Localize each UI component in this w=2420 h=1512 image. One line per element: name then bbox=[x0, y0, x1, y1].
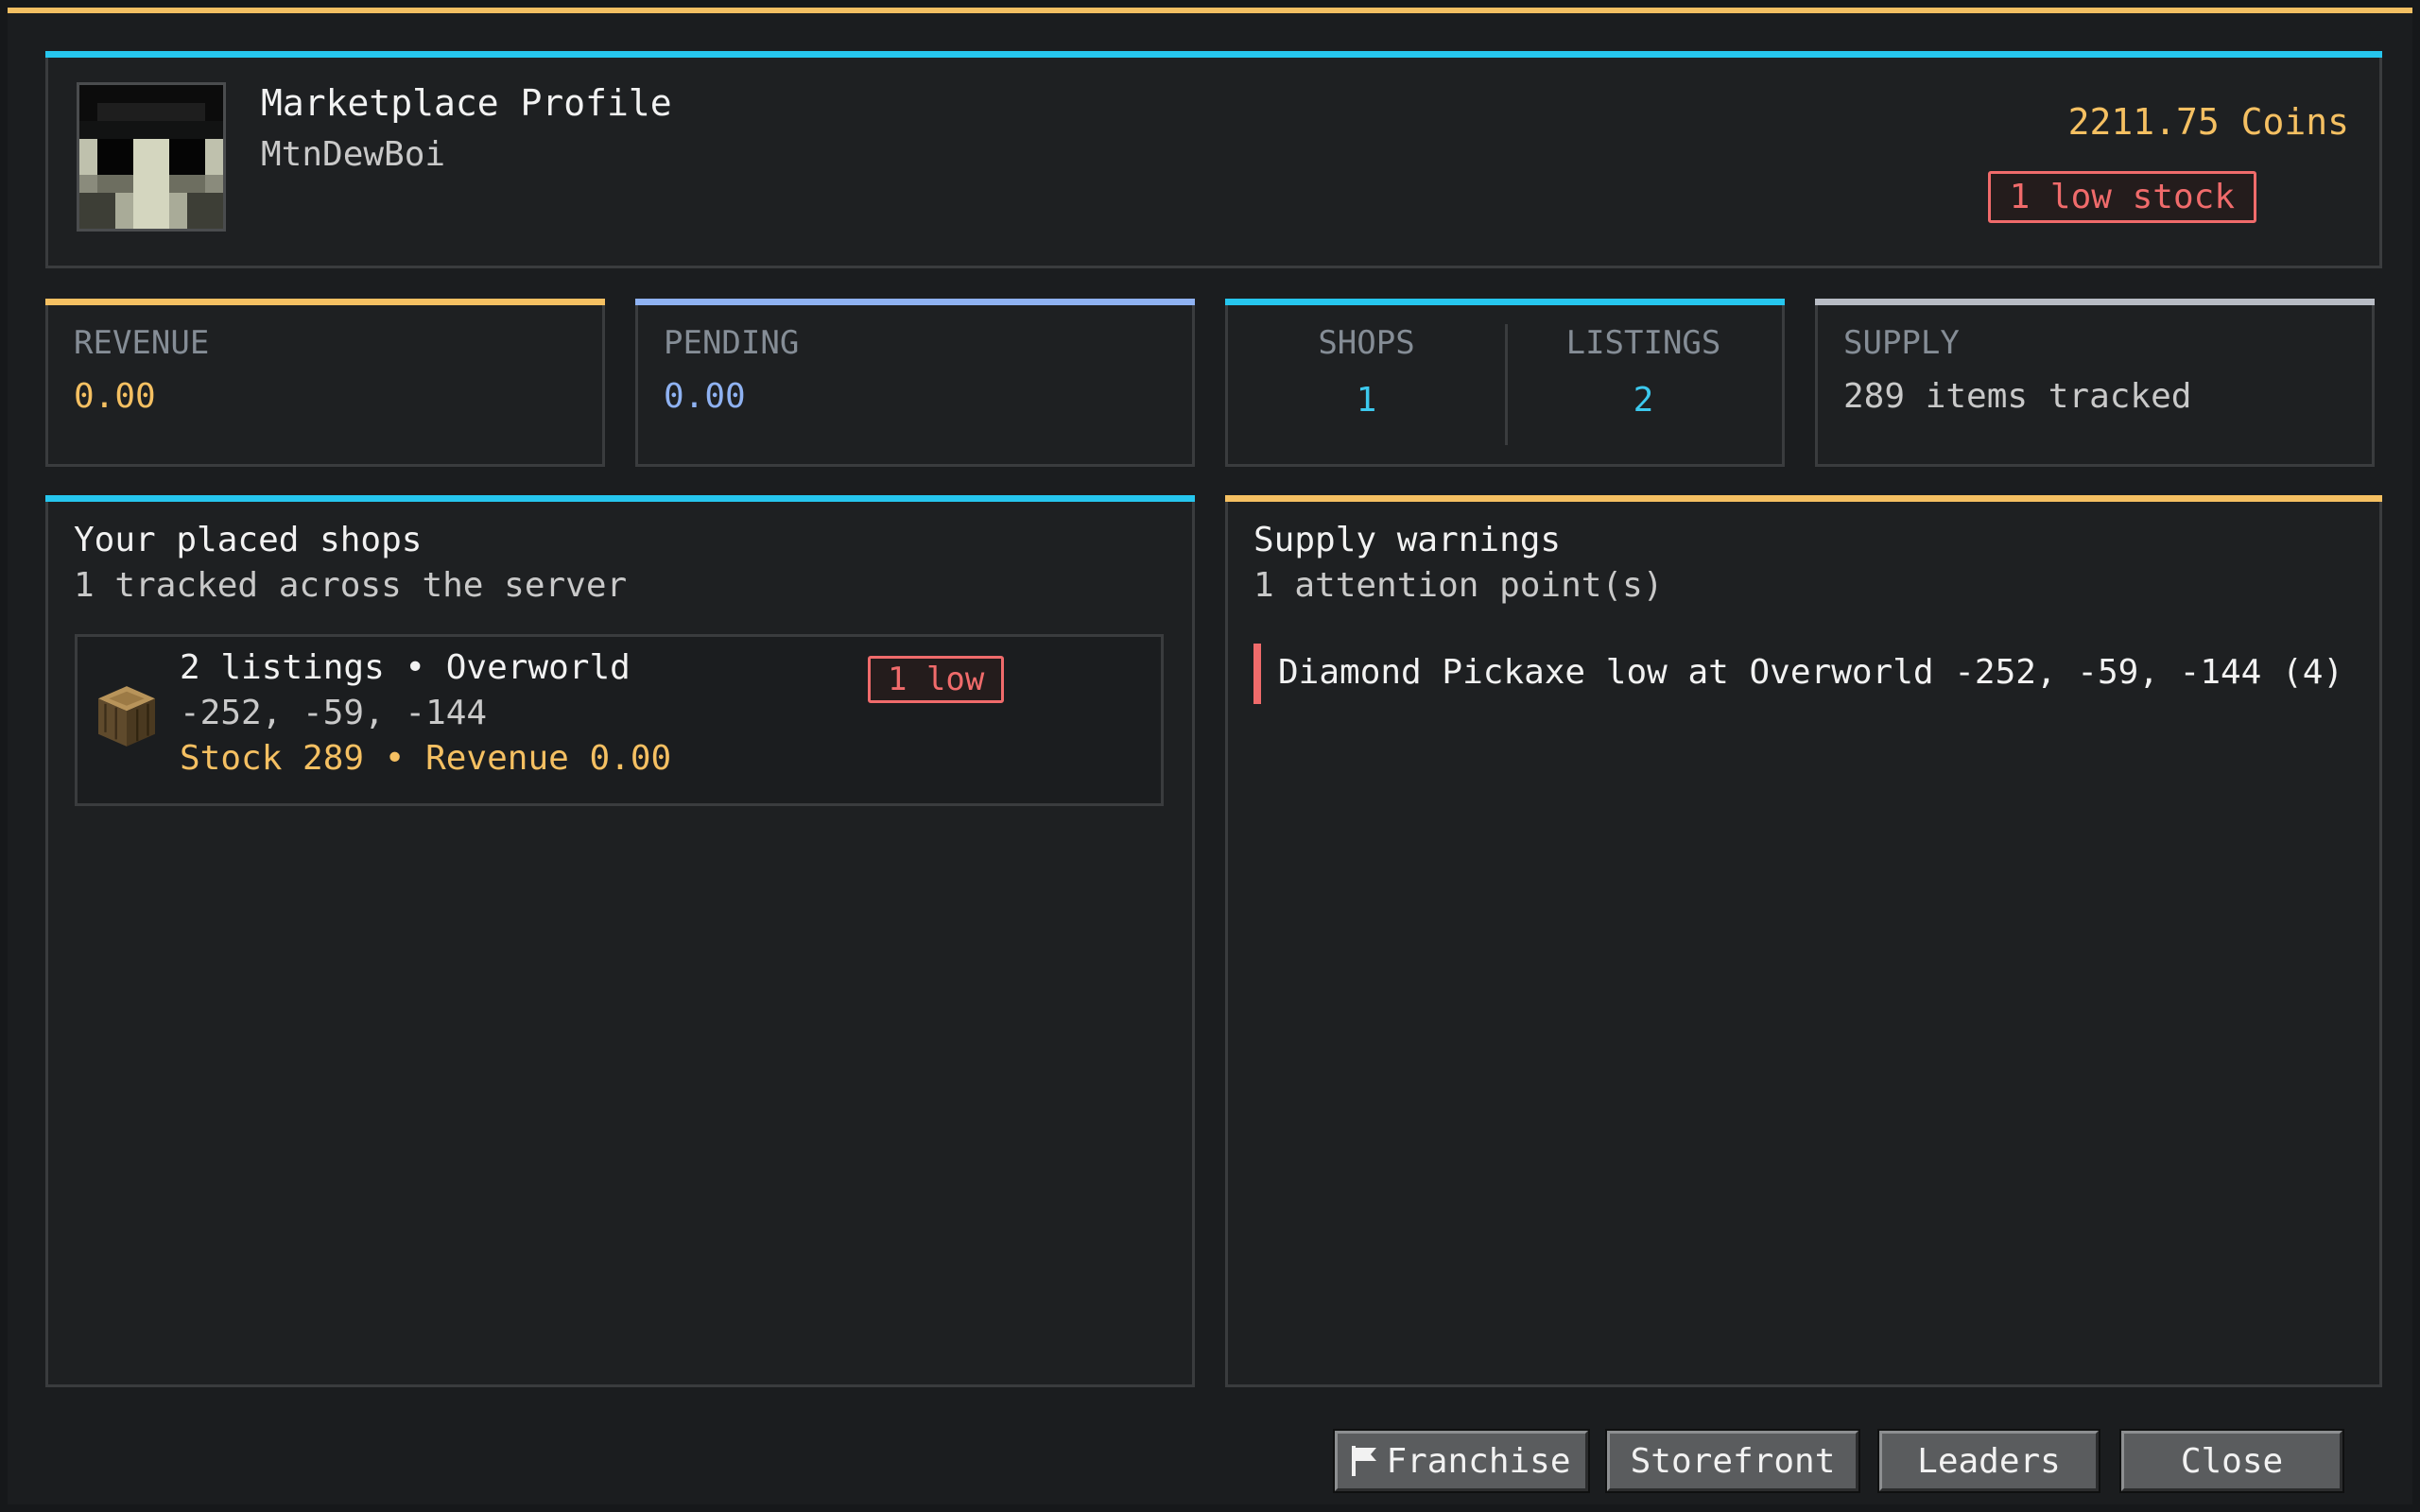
listings-label: LISTINGS bbox=[1565, 324, 1721, 362]
shop-entry[interactable]: 2 listings • Overworld -252, -59, -144 S… bbox=[75, 634, 1164, 806]
listings-value: 2 bbox=[1633, 381, 1654, 420]
warning-item: Diamond Pickaxe low at Overworld -252, -… bbox=[1253, 644, 2360, 704]
revenue-value: 0.00 bbox=[74, 377, 156, 416]
warnings-panel-title: Supply warnings bbox=[1253, 521, 1562, 559]
close-label: Close bbox=[2180, 1441, 2284, 1481]
placed-shops-panel: Your placed shops 1 tracked across the s… bbox=[45, 495, 1195, 1387]
pending-label: PENDING bbox=[664, 324, 800, 362]
franchise-label: Franchise bbox=[1386, 1441, 1571, 1481]
flag-icon bbox=[1352, 1446, 1377, 1476]
warnings-panel-subtitle: 1 attention point(s) bbox=[1253, 566, 1664, 605]
storefront-button[interactable]: Storefront bbox=[1605, 1429, 1860, 1493]
supply-warnings-panel: Supply warnings 1 attention point(s) Dia… bbox=[1225, 495, 2382, 1387]
shops-label: SHOPS bbox=[1318, 324, 1415, 362]
pending-card: PENDING 0.00 bbox=[635, 299, 1195, 467]
supply-card: SUPPLY 289 items tracked bbox=[1815, 299, 2375, 467]
shops-panel-subtitle: 1 tracked across the server bbox=[74, 566, 628, 605]
username: MtnDewBoi bbox=[261, 135, 446, 174]
shops-stat: SHOPS 1 bbox=[1228, 324, 1505, 420]
franchise-button[interactable]: Franchise bbox=[1333, 1429, 1590, 1493]
avatar bbox=[77, 82, 226, 232]
shops-listings-card: SHOPS 1 LISTINGS 2 bbox=[1225, 299, 1785, 467]
shops-panel-title: Your placed shops bbox=[74, 521, 423, 559]
oak-log-icon bbox=[98, 686, 155, 747]
shop-low-badge: 1 low bbox=[868, 656, 1005, 703]
page-title: Marketplace Profile bbox=[261, 82, 672, 124]
marketplace-window: Marketplace Profile MtnDewBoi 2211.75 Co… bbox=[8, 8, 2412, 1504]
revenue-card: REVENUE 0.00 bbox=[45, 299, 605, 467]
supply-label: SUPPLY bbox=[1843, 324, 1960, 362]
coin-balance: 2211.75 Coins bbox=[2067, 101, 2349, 143]
leaders-label: Leaders bbox=[1917, 1441, 2061, 1481]
shop-stock-revenue: Stock 289 • Revenue 0.00 bbox=[180, 739, 672, 778]
profile-header: Marketplace Profile MtnDewBoi 2211.75 Co… bbox=[45, 51, 2382, 268]
header-accent bbox=[45, 51, 2382, 58]
warning-text: Diamond Pickaxe low at Overworld -252, -… bbox=[1278, 653, 2344, 692]
supply-value: 289 items tracked bbox=[1843, 377, 2192, 416]
shop-coords: -252, -59, -144 bbox=[180, 694, 488, 732]
storefront-label: Storefront bbox=[1630, 1441, 1836, 1481]
shops-value: 1 bbox=[1356, 381, 1377, 420]
revenue-label: REVENUE bbox=[74, 324, 210, 362]
close-button[interactable]: Close bbox=[2119, 1429, 2344, 1493]
listings-stat: LISTINGS 2 bbox=[1505, 324, 1782, 420]
warning-marker bbox=[1253, 644, 1261, 704]
leaders-button[interactable]: Leaders bbox=[1877, 1429, 2100, 1493]
shop-summary: 2 listings • Overworld bbox=[180, 648, 631, 687]
pending-value: 0.00 bbox=[664, 377, 746, 416]
low-stock-badge: 1 low stock bbox=[1987, 171, 2256, 223]
